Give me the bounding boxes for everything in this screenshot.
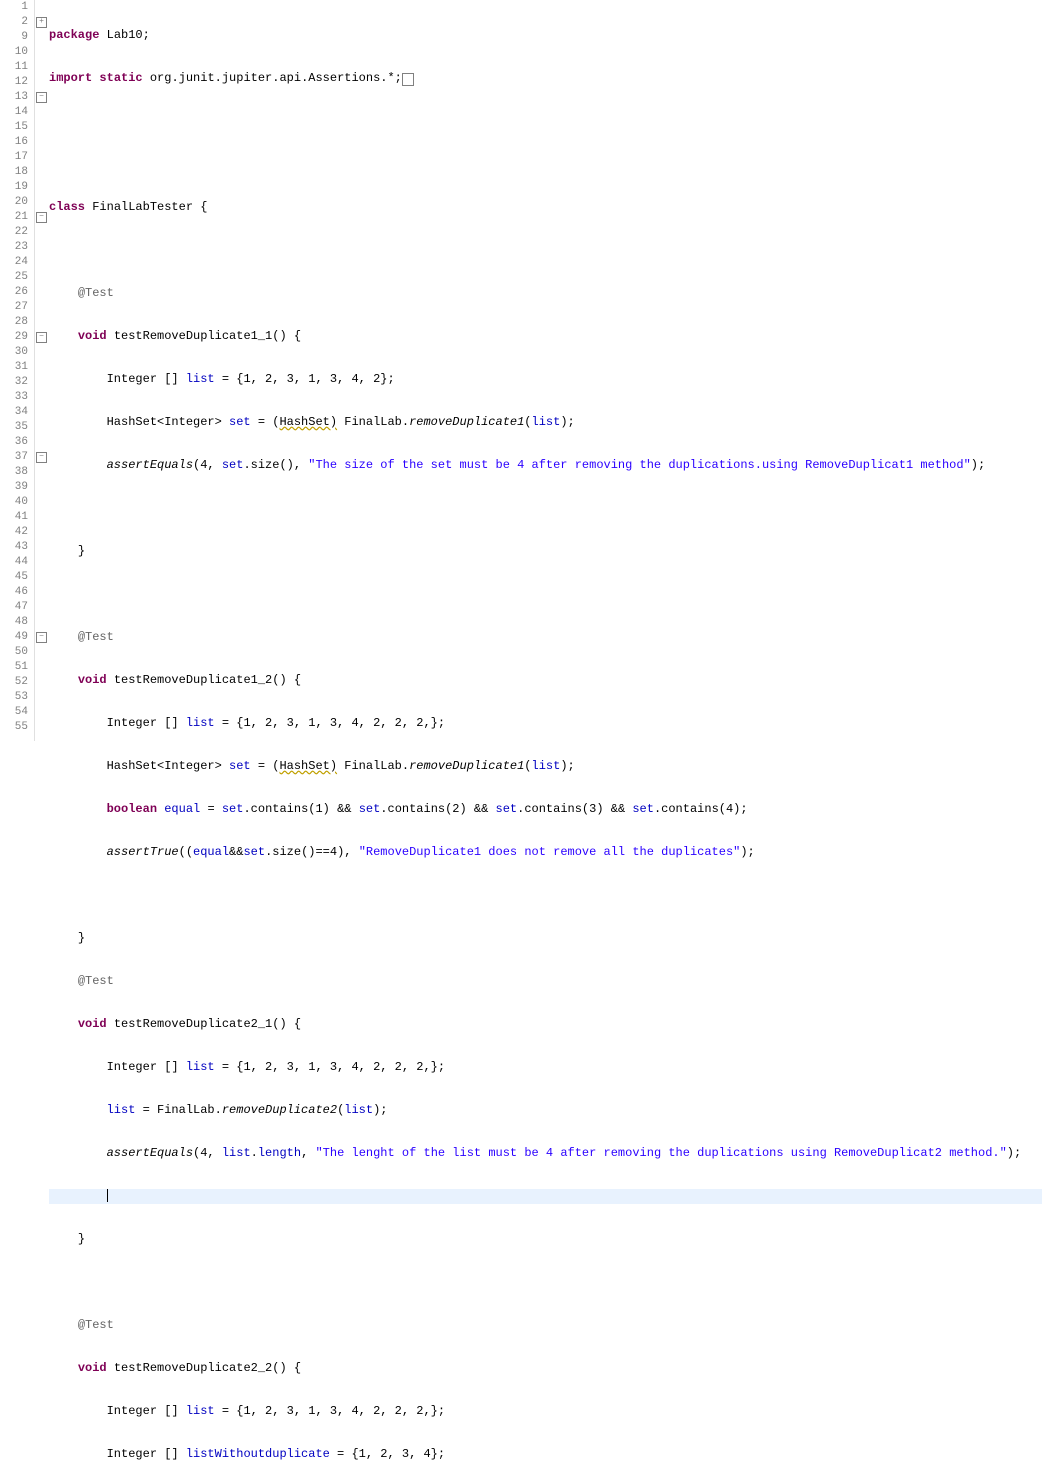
line-number: 40 (0, 495, 28, 510)
code-line[interactable]: Integer [] list = {1, 2, 3, 1, 3, 4, 2, … (49, 716, 1042, 731)
line-number: 48 (0, 615, 28, 630)
code-line[interactable]: assertEquals(4, set.size(), "The size of… (49, 458, 1042, 473)
line-number: 20 (0, 195, 28, 210)
fold-toggle-icon[interactable]: − (36, 632, 47, 643)
line-number: 1 (0, 0, 28, 15)
code-line[interactable] (49, 157, 1042, 172)
line-number-gutter: 1291011121314151617181920212223242526272… (0, 0, 35, 741)
code-line[interactable]: Integer [] list = {1, 2, 3, 1, 3, 4, 2}; (49, 372, 1042, 387)
code-line[interactable] (49, 114, 1042, 129)
line-number: 15 (0, 120, 28, 135)
line-number: 10 (0, 45, 28, 60)
line-number: 21 (0, 210, 28, 225)
line-number: 43 (0, 540, 28, 555)
line-number: 33 (0, 390, 28, 405)
line-number: 35 (0, 420, 28, 435)
line-number: 2 (0, 15, 28, 30)
line-number: 53 (0, 690, 28, 705)
code-line[interactable]: assertEquals(4, list.length, "The lenght… (49, 1146, 1042, 1161)
code-line[interactable]: package Lab10; (49, 28, 1042, 43)
code-line[interactable]: Integer [] listWithoutduplicate = {1, 2,… (49, 1447, 1042, 1462)
text-cursor (107, 1189, 108, 1202)
line-number: 14 (0, 105, 28, 120)
line-number: 38 (0, 465, 28, 480)
code-area[interactable]: package Lab10; import static org.junit.j… (47, 0, 1042, 741)
line-number: 19 (0, 180, 28, 195)
line-number: 24 (0, 255, 28, 270)
code-line[interactable]: @Test (49, 1318, 1042, 1333)
line-number: 16 (0, 135, 28, 150)
fold-indicator[interactable] (402, 73, 414, 86)
line-number: 45 (0, 570, 28, 585)
fold-toggle-icon[interactable]: − (36, 212, 47, 223)
line-number: 28 (0, 315, 28, 330)
line-number: 36 (0, 435, 28, 450)
code-line[interactable]: Integer [] list = {1, 2, 3, 1, 3, 4, 2, … (49, 1060, 1042, 1075)
line-number: 30 (0, 345, 28, 360)
line-number: 18 (0, 165, 28, 180)
line-number: 22 (0, 225, 28, 240)
line-number: 54 (0, 705, 28, 720)
line-number: 37 (0, 450, 28, 465)
line-number: 34 (0, 405, 28, 420)
line-number: 13 (0, 90, 28, 105)
line-number: 26 (0, 285, 28, 300)
code-line[interactable] (49, 888, 1042, 903)
fold-toggle-icon[interactable]: − (36, 452, 47, 463)
code-line[interactable]: HashSet<Integer> set = (HashSet) FinalLa… (49, 415, 1042, 430)
code-line[interactable]: void testRemoveDuplicate2_2() { (49, 1361, 1042, 1376)
line-number: 32 (0, 375, 28, 390)
line-number: 9 (0, 30, 28, 45)
fold-toggle-icon[interactable]: − (36, 332, 47, 343)
line-number: 42 (0, 525, 28, 540)
line-number: 41 (0, 510, 28, 525)
code-line[interactable] (49, 501, 1042, 516)
code-line[interactable]: import static org.junit.jupiter.api.Asse… (49, 71, 1042, 86)
line-number: 11 (0, 60, 28, 75)
line-number: 31 (0, 360, 28, 375)
fold-column[interactable]: + − − − − − (35, 0, 47, 741)
line-number: 49 (0, 630, 28, 645)
line-number: 17 (0, 150, 28, 165)
fold-toggle-icon[interactable]: − (36, 92, 47, 103)
code-line[interactable]: HashSet<Integer> set = (HashSet) FinalLa… (49, 759, 1042, 774)
line-number: 50 (0, 645, 28, 660)
line-number: 52 (0, 675, 28, 690)
fold-toggle-icon[interactable]: + (36, 17, 47, 28)
code-editor[interactable]: 1291011121314151617181920212223242526272… (0, 0, 1042, 741)
code-line[interactable]: } (49, 1232, 1042, 1247)
code-line[interactable]: } (49, 931, 1042, 946)
code-line[interactable]: list = FinalLab.removeDuplicate2(list); (49, 1103, 1042, 1118)
line-number: 46 (0, 585, 28, 600)
code-line[interactable]: boolean equal = set.contains(1) && set.c… (49, 802, 1042, 817)
code-line[interactable] (49, 243, 1042, 258)
code-line[interactable]: void testRemoveDuplicate1_1() { (49, 329, 1042, 344)
code-line[interactable]: Integer [] list = {1, 2, 3, 1, 3, 4, 2, … (49, 1404, 1042, 1419)
line-number: 51 (0, 660, 28, 675)
code-line[interactable] (49, 1275, 1042, 1290)
line-number: 27 (0, 300, 28, 315)
line-number: 29 (0, 330, 28, 345)
line-number: 39 (0, 480, 28, 495)
code-line[interactable] (49, 587, 1042, 602)
code-line[interactable]: void testRemoveDuplicate1_2() { (49, 673, 1042, 688)
code-line[interactable]: } (49, 544, 1042, 559)
code-line[interactable]: @Test (49, 974, 1042, 989)
code-line-active[interactable] (49, 1189, 1042, 1204)
code-line[interactable]: void testRemoveDuplicate2_1() { (49, 1017, 1042, 1032)
line-number: 12 (0, 75, 28, 90)
code-line[interactable]: @Test (49, 630, 1042, 645)
code-line[interactable]: @Test (49, 286, 1042, 301)
code-line[interactable]: assertTrue((equal&&set.size()==4), "Remo… (49, 845, 1042, 860)
line-number: 23 (0, 240, 28, 255)
line-number: 47 (0, 600, 28, 615)
line-number: 44 (0, 555, 28, 570)
code-line[interactable]: class FinalLabTester { (49, 200, 1042, 215)
line-number: 55 (0, 720, 28, 735)
line-number: 25 (0, 270, 28, 285)
